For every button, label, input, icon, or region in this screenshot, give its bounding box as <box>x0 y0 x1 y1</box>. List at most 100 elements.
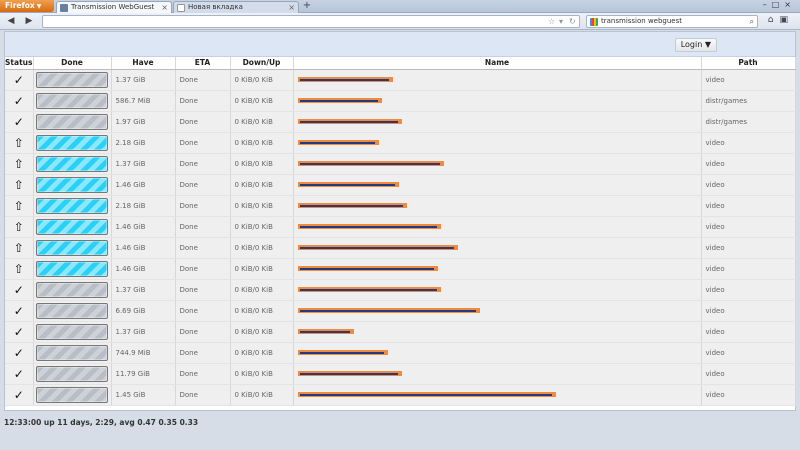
redacted-name <box>297 182 399 187</box>
name-cell[interactable] <box>293 258 702 280</box>
tab-new[interactable]: Новая вкладка × <box>173 1 299 13</box>
status-cell: ✓ <box>5 111 34 133</box>
name-cell[interactable] <box>293 279 702 301</box>
name-cell[interactable] <box>293 69 702 91</box>
column-header-downup[interactable]: Down/Up <box>230 57 294 70</box>
column-header-path[interactable]: Path <box>701 57 796 70</box>
path-cell: video <box>701 258 796 280</box>
name-cell[interactable] <box>293 384 702 406</box>
eta-cell: Done <box>175 174 231 196</box>
column-header-name[interactable]: Name <box>293 57 702 70</box>
torrent-row[interactable]: ⇧ 1.46 GiB Done 0 KiB/0 KiB video <box>5 216 796 238</box>
progress-bar <box>35 155 108 172</box>
name-cell[interactable] <box>293 216 702 238</box>
have-cell: 1.46 GiB <box>111 174 176 196</box>
torrent-row[interactable]: ✓ 6.69 GiB Done 0 KiB/0 KiB video <box>5 300 796 322</box>
progress-bar <box>35 386 108 403</box>
path-cell: video <box>701 195 796 217</box>
name-cell[interactable] <box>293 153 702 175</box>
status-cell: ⇧ <box>5 153 34 175</box>
forward-icon[interactable]: ▶ <box>22 15 36 28</box>
torrent-row[interactable]: ✓ 586.7 MiB Done 0 KiB/0 KiB distr/games <box>5 90 796 112</box>
name-cell[interactable] <box>293 195 702 217</box>
close-tab-icon[interactable]: × <box>161 2 168 13</box>
name-cell[interactable] <box>293 132 702 154</box>
torrent-row[interactable]: ✓ 1.37 GiB Done 0 KiB/0 KiB video <box>5 321 796 343</box>
downup-cell: 0 KiB/0 KiB <box>230 195 294 217</box>
upload-arrow-icon: ⇧ <box>13 219 24 234</box>
torrent-row[interactable]: ✓ 1.45 GiB Done 0 KiB/0 KiB video <box>5 384 796 406</box>
close-tab-icon[interactable]: × <box>288 2 295 13</box>
redacted-name <box>297 98 382 103</box>
bookmark-star-icon[interactable]: ☆ <box>548 16 555 27</box>
back-icon[interactable]: ◀ <box>4 15 18 28</box>
google-search-engine-icon[interactable] <box>590 18 598 26</box>
downup-cell: 0 KiB/0 KiB <box>230 69 294 91</box>
done-cell <box>33 195 112 217</box>
home-icon[interactable]: ⌂ <box>768 15 780 25</box>
tab-label: Transmission WebGuest <box>71 3 155 11</box>
path-cell: video <box>701 300 796 322</box>
torrent-row[interactable]: ⇧ 2.18 GiB Done 0 KiB/0 KiB video <box>5 195 796 217</box>
have-cell: 6.69 GiB <box>111 300 176 322</box>
name-cell[interactable] <box>293 237 702 259</box>
downup-cell: 0 KiB/0 KiB <box>230 300 294 322</box>
done-cell <box>33 321 112 343</box>
progress-bar <box>35 92 108 109</box>
torrent-row[interactable]: ✓ 11.79 GiB Done 0 KiB/0 KiB video <box>5 363 796 385</box>
status-cell: ✓ <box>5 279 34 301</box>
torrent-row[interactable]: ✓ 1.97 GiB Done 0 KiB/0 KiB distr/games <box>5 111 796 133</box>
addon-icon[interactable]: ▣ <box>779 15 794 25</box>
name-cell[interactable] <box>293 321 702 343</box>
torrent-row[interactable]: ⇧ 2.18 GiB Done 0 KiB/0 KiB video <box>5 132 796 154</box>
check-icon: ✓ <box>13 93 24 108</box>
path-cell: video <box>701 153 796 175</box>
column-header-have[interactable]: Have <box>111 57 176 70</box>
close-window-icon[interactable]: × <box>784 0 796 9</box>
check-icon: ✓ <box>13 387 24 402</box>
done-cell <box>33 111 112 133</box>
transmission-web-page: Login ▼ Status Done Have ETA Down/Up Nam… <box>4 31 796 411</box>
name-cell[interactable] <box>293 90 702 112</box>
torrent-row[interactable]: ⇧ 1.37 GiB Done 0 KiB/0 KiB video <box>5 153 796 175</box>
name-cell[interactable] <box>293 363 702 385</box>
firefox-menu-button[interactable]: Firefox ▼ <box>0 0 54 12</box>
path-cell: video <box>701 363 796 385</box>
column-header-status[interactable]: Status <box>5 57 34 70</box>
progress-bar <box>35 71 108 88</box>
url-bar[interactable]: ☆ ▾ ↻ <box>42 15 580 28</box>
torrent-row[interactable]: ✓ 1.37 GiB Done 0 KiB/0 KiB video <box>5 69 796 91</box>
have-cell: 11.79 GiB <box>111 363 176 385</box>
eta-cell: Done <box>175 132 231 154</box>
name-cell[interactable] <box>293 174 702 196</box>
name-cell[interactable] <box>293 111 702 133</box>
reload-icon[interactable]: ↻ <box>569 16 576 27</box>
upload-arrow-icon: ⇧ <box>13 135 24 150</box>
torrent-row[interactable]: ⇧ 1.46 GiB Done 0 KiB/0 KiB video <box>5 237 796 259</box>
torrent-row[interactable]: ✓ 1.37 GiB Done 0 KiB/0 KiB video <box>5 279 796 301</box>
new-tab-button[interactable]: + <box>300 1 314 12</box>
name-cell[interactable] <box>293 342 702 364</box>
downup-cell: 0 KiB/0 KiB <box>230 363 294 385</box>
maximize-icon[interactable]: □ <box>772 0 785 9</box>
column-header-done[interactable]: Done <box>33 57 112 70</box>
tab-transmission[interactable]: Transmission WebGuest × <box>56 1 172 13</box>
eta-cell: Done <box>175 321 231 343</box>
column-header-eta[interactable]: ETA <box>175 57 231 70</box>
path-cell: video <box>701 342 796 364</box>
search-icon[interactable]: ⌕ <box>750 16 754 27</box>
torrent-row[interactable]: ✓ 744.9 MiB Done 0 KiB/0 KiB video <box>5 342 796 364</box>
minimize-icon[interactable]: – <box>763 0 772 9</box>
progress-bar <box>35 281 108 298</box>
login-button[interactable]: Login ▼ <box>674 38 717 52</box>
redacted-name <box>297 350 388 355</box>
search-input[interactable]: transmission webguest ⌕ <box>586 15 758 28</box>
dropdown-arrow-icon[interactable]: ▾ <box>559 16 563 27</box>
name-cell[interactable] <box>293 300 702 322</box>
done-cell <box>33 300 112 322</box>
done-cell <box>33 363 112 385</box>
torrent-row[interactable]: ⇧ 1.46 GiB Done 0 KiB/0 KiB video <box>5 258 796 280</box>
torrent-row[interactable]: ⇧ 1.46 GiB Done 0 KiB/0 KiB video <box>5 174 796 196</box>
status-cell: ✓ <box>5 363 34 385</box>
done-cell <box>33 153 112 175</box>
